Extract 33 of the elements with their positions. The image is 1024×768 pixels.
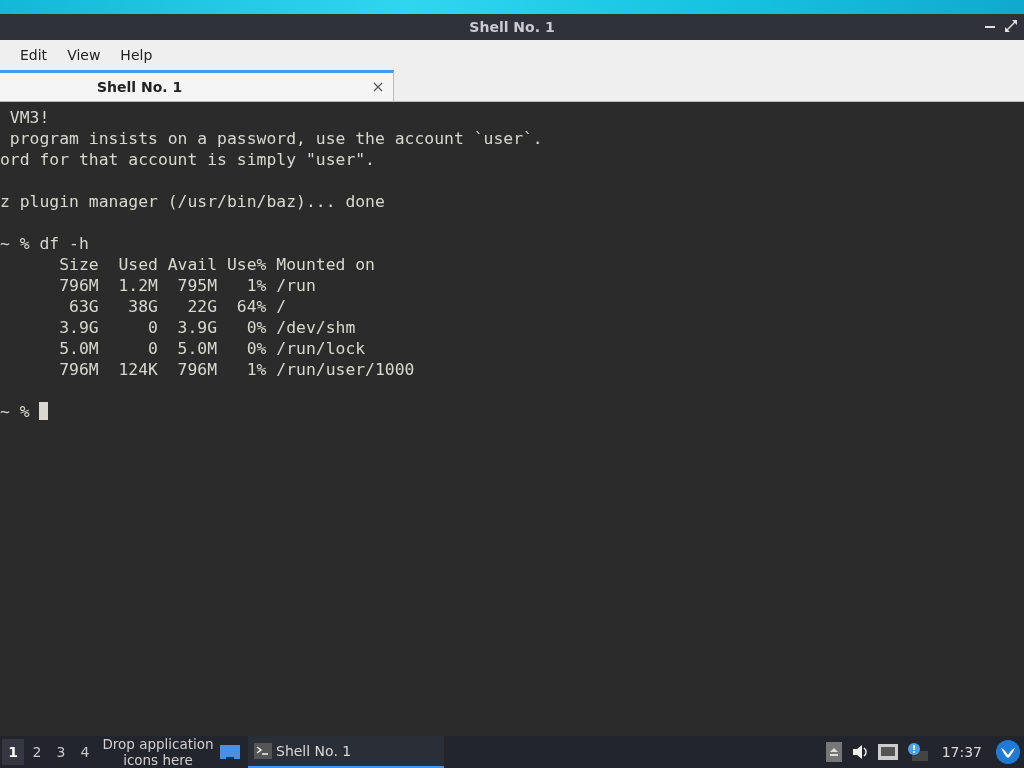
desktop-switcher[interactable]: 3 (50, 739, 72, 765)
menu-item[interactable]: Edit (10, 47, 58, 63)
terminal-line: 796M 124K 796M 1% /run/user/1000 (58, 359, 416, 380)
tab[interactable]: Shell No. 1 (0, 70, 394, 101)
terminal-line: 796M 1.2M 795M 1% /run (58, 275, 317, 296)
terminal-line: VM3! (8, 107, 51, 128)
terminal-line: 63G 38G 22G 64% / (68, 296, 288, 317)
window-title: Shell No. 1 (469, 19, 555, 35)
task-button[interactable]: Shell No. 1 (248, 736, 444, 768)
launcher-hint: Drop application icons here (101, 736, 215, 768)
shell-prompt: ~ % (0, 402, 31, 421)
desktop-switcher[interactable]: 4 (74, 739, 96, 765)
terminal-line: 5.0M 0 5.0M 0% /run/lock (58, 338, 367, 359)
terminal-line: ord for that account is simply "user". (0, 149, 376, 170)
text-cursor (39, 402, 49, 420)
eject-icon[interactable] (825, 742, 842, 762)
terminal-line: Size Used Avail Use% Mounted on (58, 254, 376, 275)
terminal-line: ~ % df -h (0, 233, 90, 254)
network-icon[interactable] (877, 744, 898, 760)
menu-item[interactable]: View (57, 47, 111, 63)
menu-item[interactable]: Help (110, 47, 163, 63)
close-icon[interactable] (373, 82, 383, 92)
notification-icon[interactable] (907, 743, 928, 761)
terminal-icon (254, 743, 272, 759)
terminal-line: 3.9G 0 3.9G 0% /dev/shm (58, 317, 357, 338)
maximize-icon[interactable] (1004, 19, 1018, 33)
speaker-icon[interactable] (851, 744, 868, 760)
desktop-icon[interactable] (220, 743, 240, 761)
terminal-line: z plugin manager (/usr/bin/baz)... done (0, 191, 386, 212)
desktop-switcher[interactable]: 2 (26, 739, 48, 765)
desktop-switcher[interactable]: 1 (2, 739, 24, 765)
clock: 17:37 (941, 744, 982, 760)
terminal-line: program insists on a password, use the account `user`. (8, 128, 544, 149)
